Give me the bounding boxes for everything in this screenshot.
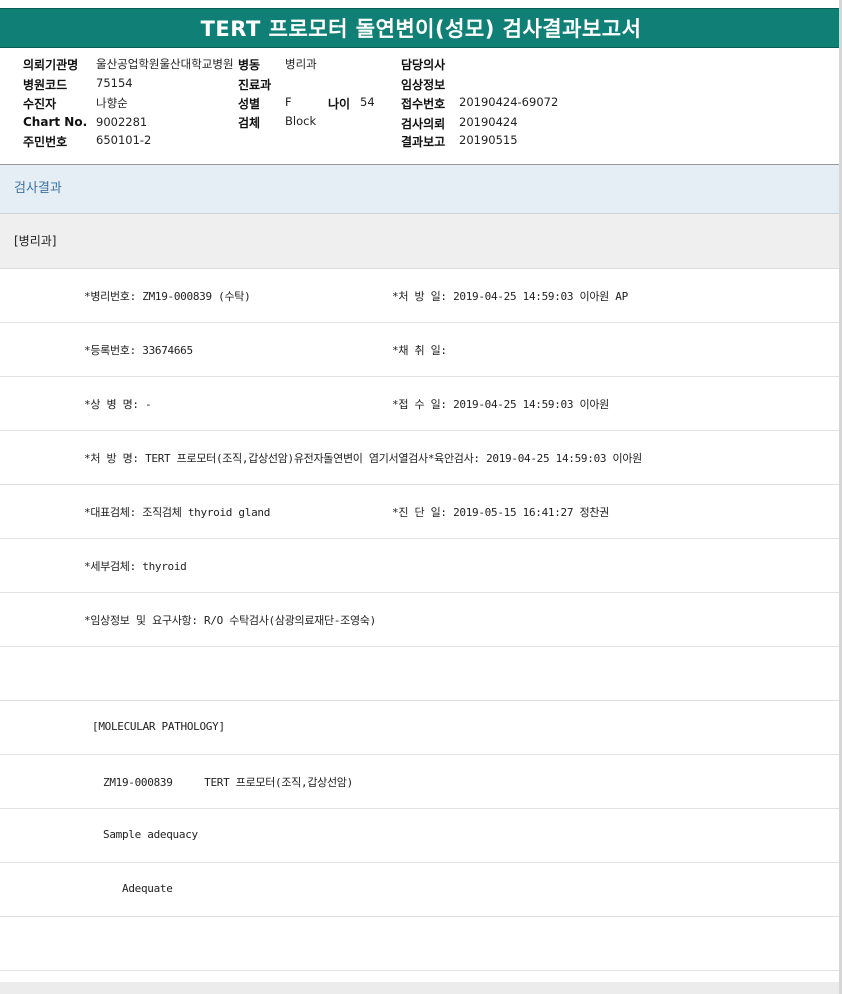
request-date-value: 20190424 bbox=[459, 115, 518, 129]
detail-specimen: *세부검체: thyroid bbox=[84, 560, 187, 573]
section-header: 검사결과 bbox=[0, 165, 842, 214]
result-row: [MOLECULAR PATHOLOGY] bbox=[0, 701, 842, 755]
diagnosis-name: *상 병 명: - bbox=[84, 398, 152, 411]
result-row: *상 병 명: - *접 수 일: 2019-04-25 14:59:03 이아… bbox=[0, 377, 842, 431]
age-value: 54 bbox=[360, 95, 375, 109]
department-label: [병리과] bbox=[0, 214, 842, 269]
representative-specimen: *대표검체: 조직검체 thyroid gland bbox=[84, 506, 271, 519]
sex-label: 성별 bbox=[238, 97, 261, 111]
resident-no-value: 650101-2 bbox=[96, 133, 152, 147]
sample-adequacy-label: Sample adequacy bbox=[103, 828, 198, 841]
clinical-requirements: *임상정보 및 요구사항: R/O 수탁검사(삼광의료재단-조영숙) bbox=[84, 614, 376, 627]
test-id-line: ZM19-000839 TERT 프로모터(조직,갑상선암) bbox=[103, 776, 353, 789]
molecular-pathology-header: [MOLECULAR PATHOLOGY] bbox=[92, 720, 225, 733]
hospital-code-label: 병원코드 bbox=[23, 78, 68, 92]
result-row: *대표검체: 조직검체 thyroid gland *진 단 일: 2019-0… bbox=[0, 485, 842, 539]
report-date-label: 결과보고 bbox=[401, 135, 446, 149]
chart-no-label: Chart No. bbox=[23, 115, 88, 129]
collection-date: *채 취 일: bbox=[392, 344, 447, 357]
doctor-label: 담당의사 bbox=[401, 58, 446, 72]
result-row: *등록번호: 33674665 *채 취 일: bbox=[0, 323, 842, 377]
result-row: *처 방 명: TERT 프로모터(조직,갑상선암)유전자돌연변이 염기서열검사… bbox=[0, 431, 842, 485]
result-row: *세부검체: thyroid bbox=[0, 539, 842, 593]
footer-strip bbox=[0, 982, 842, 994]
specimen-value: Block bbox=[285, 114, 317, 128]
specimen-label: 검체 bbox=[238, 116, 261, 130]
ward-label: 병동 bbox=[238, 58, 261, 72]
result-row: ZM19-000839 TERT 프로모터(조직,갑상선암) bbox=[0, 755, 842, 809]
registration-number: *등록번호: 33674665 bbox=[84, 344, 193, 357]
order-name: *처 방 명: TERT 프로모터(조직,갑상선암)유전자돌연변이 염기서열검사… bbox=[84, 452, 642, 465]
order-date: *처 방 일: 2019-04-25 14:59:03 이아원 AP bbox=[392, 290, 628, 303]
result-row: *임상정보 및 요구사항: R/O 수탁검사(삼광의료재단-조영숙) bbox=[0, 593, 842, 647]
report-date-value: 20190515 bbox=[459, 133, 518, 147]
result-row: Sample adequacy bbox=[0, 809, 842, 863]
patient-name-label: 수진자 bbox=[23, 97, 57, 111]
result-row bbox=[0, 647, 842, 701]
patient-info-panel: 의뢰기관명 울산공업학원울산대학교병원 병원코드 75154 수진자 나향순 C… bbox=[0, 48, 842, 165]
result-row bbox=[0, 917, 842, 971]
institution-value: 울산공업학원울산대학교병원 bbox=[96, 57, 234, 71]
clinical-info-label: 임상정보 bbox=[401, 78, 446, 92]
sample-adequacy-value: Adequate bbox=[122, 882, 173, 895]
age-label: 나이 bbox=[328, 97, 351, 111]
diagnosis-date: *진 단 일: 2019-05-15 16:41:27 정찬권 bbox=[392, 506, 609, 519]
dept-label: 진료과 bbox=[238, 78, 272, 92]
institution-label: 의뢰기관명 bbox=[23, 58, 79, 72]
patient-name-value: 나향순 bbox=[96, 96, 128, 110]
receipt-date: *접 수 일: 2019-04-25 14:59:03 이아원 bbox=[392, 398, 609, 411]
hospital-code-value: 75154 bbox=[96, 76, 133, 90]
result-row: Adequate bbox=[0, 863, 842, 917]
receipt-no-value: 20190424-69072 bbox=[459, 95, 559, 109]
report-title: TERT 프로모터 돌연변이(성모) 검사결과보고서 bbox=[0, 8, 842, 48]
sex-value: F bbox=[285, 95, 292, 109]
chart-no-value: 9002281 bbox=[96, 115, 148, 129]
receipt-no-label: 접수번호 bbox=[401, 97, 446, 111]
resident-no-label: 주민번호 bbox=[23, 135, 68, 149]
result-row: *병리번호: ZM19-000839 (수탁) *처 방 일: 2019-04-… bbox=[0, 269, 842, 323]
request-date-label: 검사의뢰 bbox=[401, 117, 446, 131]
pathology-number: *병리번호: ZM19-000839 (수탁) bbox=[84, 290, 251, 303]
ward-value: 병리과 bbox=[285, 57, 317, 71]
